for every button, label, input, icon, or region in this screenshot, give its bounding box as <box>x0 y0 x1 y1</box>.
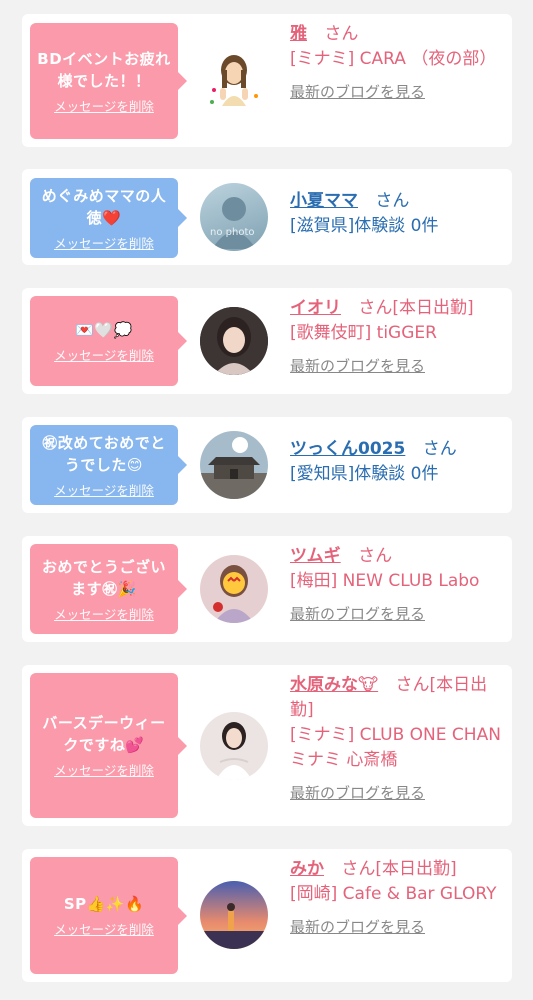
heart-icon: ❤️ <box>102 208 122 227</box>
avatar[interactable] <box>200 712 268 780</box>
honorific: さん <box>422 439 457 459</box>
work-status: [本日出勤] <box>392 298 474 318</box>
message-text: 💌🤍💭 <box>75 320 133 339</box>
shop-label: [ミナミ] CARA （夜の部） <box>290 49 497 69</box>
honorific: さん <box>395 675 430 695</box>
girl-photo-avatar-icon <box>200 307 268 375</box>
no-photo-label: no photo <box>210 227 255 238</box>
delete-message-link[interactable]: メッセージを削除 <box>54 480 154 499</box>
message-text: BDイベントお疲れ様でした！！ <box>37 49 171 90</box>
girl-photo-avatar-3-icon <box>200 712 268 780</box>
avatar[interactable] <box>200 431 268 499</box>
sender-name[interactable]: みか <box>290 859 324 879</box>
message-bubble: BDイベントお疲れ様でした！！ メッセージを削除 <box>30 23 187 139</box>
honorific: さん <box>375 191 410 211</box>
message-text: SP👍✨🔥 <box>63 895 145 913</box>
message-text: ㊗改めておめでとうでした😊 <box>42 433 166 474</box>
avatar[interactable] <box>200 555 268 623</box>
message-bubble: バースデーウィークですね💕 メッセージを削除 <box>30 673 187 818</box>
message-bubble: おめでとうございます㊗🎉 メッセージを削除 <box>30 544 187 634</box>
temple-photo-avatar-icon <box>200 431 268 499</box>
blog-link[interactable]: 最新のブログを見る <box>290 354 505 379</box>
message-bubble: 💌🤍💭 メッセージを削除 <box>30 296 187 386</box>
blog-link[interactable]: 最新のブログを見る <box>290 80 505 105</box>
no-photo-avatar-icon <box>212 197 256 249</box>
delete-message-link[interactable]: メッセージを削除 <box>54 604 154 623</box>
work-status: [本日出勤] <box>375 859 457 879</box>
message-bubble: ㊗改めておめでとうでした😊 メッセージを削除 <box>30 425 187 505</box>
message-bubble: SP👍✨🔥 メッセージを削除 <box>30 857 187 974</box>
honorific: さん <box>358 298 393 318</box>
delete-message-link[interactable]: メッセージを削除 <box>54 96 154 115</box>
message-text: おめでとうございます㊗🎉 <box>41 557 166 598</box>
shop-label: [岡崎] Cafe & Bar GLORY <box>290 884 497 904</box>
delete-message-link[interactable]: メッセージを削除 <box>54 760 154 779</box>
sender-name[interactable]: ツムギ <box>290 546 341 566</box>
list-item: 💌🤍💭 メッセージを削除 イオリ さん[本日出勤] [歌舞伎町] tiGGER … <box>22 288 512 394</box>
girl-photo-avatar-2-icon <box>200 555 268 623</box>
list-item: めぐみめママの人徳❤️ メッセージを削除 no photo 小夏ママ さん [滋… <box>22 169 512 265</box>
list-item: SP👍✨🔥 メッセージを削除 みか さん[本日出勤] [岡崎] Cafe & B… <box>22 849 512 982</box>
avatar[interactable] <box>200 881 268 949</box>
list-item: BDイベントお疲れ様でした！！ メッセージを削除 雅 さん [ミナミ] CARA… <box>22 14 512 147</box>
avatar[interactable] <box>200 307 268 375</box>
sender-name[interactable]: 水原みな🐮 <box>290 675 378 695</box>
blog-link[interactable]: 最新のブログを見る <box>290 602 505 627</box>
message-text: バースデーウィークですね💕 <box>42 714 166 754</box>
honorific: さん <box>358 546 393 566</box>
woman-cartoon-avatar-icon <box>210 55 258 106</box>
shop-label: [ミナミ] CLUB ONE CHAN ミナミ 心斎橋 <box>290 725 501 770</box>
avatar[interactable] <box>200 46 268 114</box>
honorific: さん <box>324 24 359 44</box>
list-item: おめでとうございます㊗🎉 メッセージを削除 ツムギ さん [梅田] NEW CL… <box>22 536 512 642</box>
sender-name[interactable]: 雅 <box>290 24 307 44</box>
shop-label: [梅田] NEW CLUB Labo <box>290 571 480 591</box>
delete-message-link[interactable]: メッセージを削除 <box>54 919 154 938</box>
blog-link[interactable]: 最新のブログを見る <box>290 915 505 940</box>
message-bubble: めぐみめママの人徳❤️ メッセージを削除 <box>30 178 187 258</box>
list-item: バースデーウィークですね💕 メッセージを削除 水原みな🐮 さん[本日出勤] [ミ… <box>22 665 512 826</box>
shop-label: [愛知県]体験談 0件 <box>290 464 439 484</box>
blog-link[interactable]: 最新のブログを見る <box>290 781 505 806</box>
sender-name[interactable]: 小夏ママ <box>290 191 358 211</box>
delete-message-link[interactable]: メッセージを削除 <box>54 233 154 252</box>
delete-message-link[interactable]: メッセージを削除 <box>54 345 154 364</box>
avatar[interactable]: no photo <box>200 183 268 251</box>
sender-name[interactable]: ツっくん0025 <box>290 439 405 459</box>
shop-label: [歌舞伎町] tiGGER <box>290 323 437 343</box>
shop-label: [滋賀県]体験談 0件 <box>290 216 439 236</box>
message-list: BDイベントお疲れ様でした！！ メッセージを削除 雅 さん [ミナミ] CARA… <box>0 0 533 1000</box>
honorific: さん <box>341 859 376 879</box>
list-item: ㊗改めておめでとうでした😊 メッセージを削除 ツっくん0025 さん [愛知県]… <box>22 417 512 513</box>
sender-name[interactable]: イオリ <box>290 298 341 318</box>
sunset-photo-avatar-icon <box>200 881 268 949</box>
